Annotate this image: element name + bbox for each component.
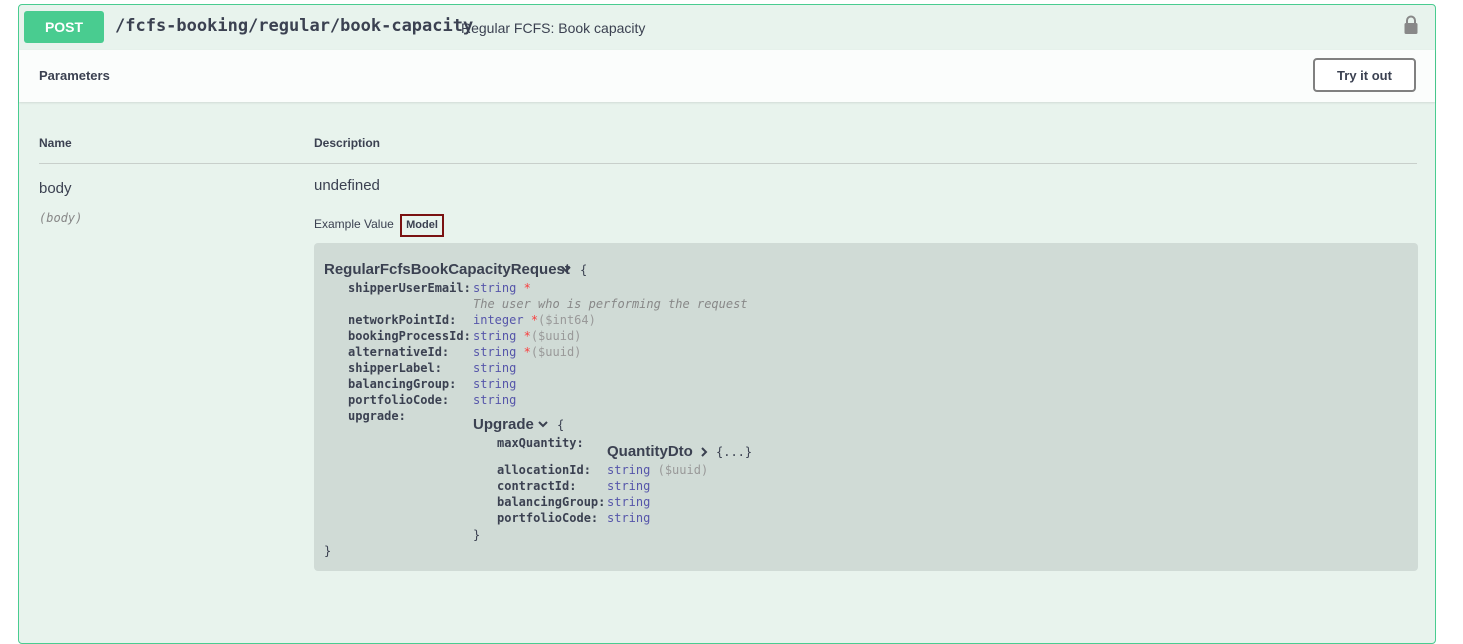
tab-model[interactable]: Model: [400, 214, 444, 237]
prop-type: integer *($int64): [473, 313, 596, 327]
nested-model-name[interactable]: Upgrade: [473, 416, 534, 433]
lock-icon[interactable]: [1403, 15, 1419, 40]
prop-type: string: [473, 377, 517, 391]
prop-type: string: [607, 479, 651, 493]
prop-type: string: [607, 511, 651, 525]
nested-open-brace: {: [557, 418, 565, 432]
chevron-right-icon[interactable]: [698, 445, 710, 463]
name-column-header: Name: [39, 136, 72, 150]
operation-summary[interactable]: POST /fcfs-booking/regular/book-capacity…: [19, 5, 1435, 49]
tab-example-value[interactable]: Example Value: [314, 217, 394, 231]
prop-name: upgrade:: [348, 409, 406, 423]
prop-type: string: [473, 393, 517, 407]
header-divider: [39, 163, 1417, 164]
prop-name: bookingProcessId:: [348, 329, 471, 343]
description-column-header: Description: [314, 136, 381, 150]
parameters-header: Parameters Try it out: [19, 50, 1435, 102]
model-open-brace: {: [580, 263, 588, 277]
prop-name: alternativeId:: [348, 345, 450, 359]
prop-type: string *($uuid): [473, 345, 582, 359]
prop-name: balancingGroup:: [348, 377, 457, 391]
prop-type: string ($uuid): [607, 463, 709, 477]
prop-type: string: [607, 495, 651, 509]
prop-type: string: [473, 361, 517, 375]
operation-summary-text: Regular FCFS: Book capacity: [461, 20, 646, 36]
prop-name: balancingGroup:: [497, 495, 606, 509]
param-location: (body): [39, 211, 83, 225]
model-close-brace: }: [324, 544, 332, 558]
prop-type: string *($uuid): [473, 329, 582, 343]
collapsed-object[interactable]: {...}: [716, 445, 752, 459]
prop-name: portfolioCode:: [348, 393, 450, 407]
prop-name: shipperLabel:: [348, 361, 442, 375]
param-name: body: [39, 180, 72, 197]
prop-name: shipperUserEmail:: [348, 281, 471, 295]
try-it-out-button[interactable]: Try it out: [1313, 58, 1416, 92]
param-description: undefined: [314, 177, 380, 194]
prop-name: portfolioCode:: [497, 511, 599, 525]
operation-block: POST /fcfs-booking/regular/book-capacity…: [18, 4, 1436, 644]
model-name[interactable]: RegularFcfsBookCapacityRequest: [324, 261, 570, 278]
endpoint-path: /fcfs-booking/regular/book-capacity: [115, 16, 474, 36]
nested-close-brace: }: [473, 528, 481, 542]
chevron-down-icon[interactable]: [560, 262, 572, 280]
prop-type: string *: [473, 281, 531, 295]
model-schema-box: RegularFcfsBookCapacityRequest { shipper…: [314, 243, 1418, 571]
parameters-title: Parameters: [39, 68, 110, 83]
prop-name: contractId:: [497, 479, 577, 493]
method-badge: POST: [24, 11, 104, 43]
ref-model-name[interactable]: QuantityDto: [607, 443, 693, 460]
prop-name: networkPointId:: [348, 313, 457, 327]
prop-name: allocationId:: [497, 463, 591, 477]
chevron-down-icon[interactable]: [537, 417, 549, 435]
prop-description: The user who is performing the request: [473, 297, 748, 311]
prop-name: maxQuantity:: [497, 436, 584, 450]
